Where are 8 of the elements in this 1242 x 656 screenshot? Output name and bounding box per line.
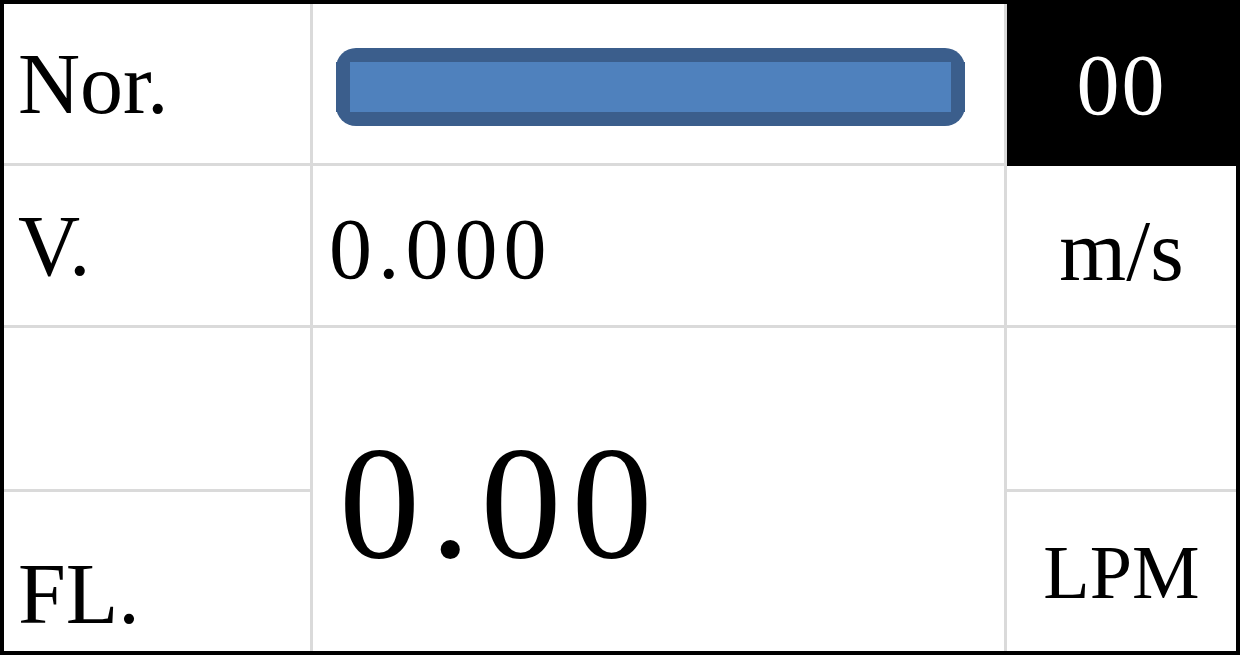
velocity-unit: m/s	[1059, 201, 1184, 294]
flow-value: 0.00	[339, 421, 663, 584]
counter-value: 00	[1076, 42, 1167, 128]
status-label: Nor.	[18, 40, 169, 127]
velocity-value: 0.000	[329, 205, 553, 292]
flow-label: FL.	[18, 551, 140, 637]
velocity-label: V.	[18, 202, 91, 289]
flow-unit: LPM	[1043, 533, 1200, 610]
